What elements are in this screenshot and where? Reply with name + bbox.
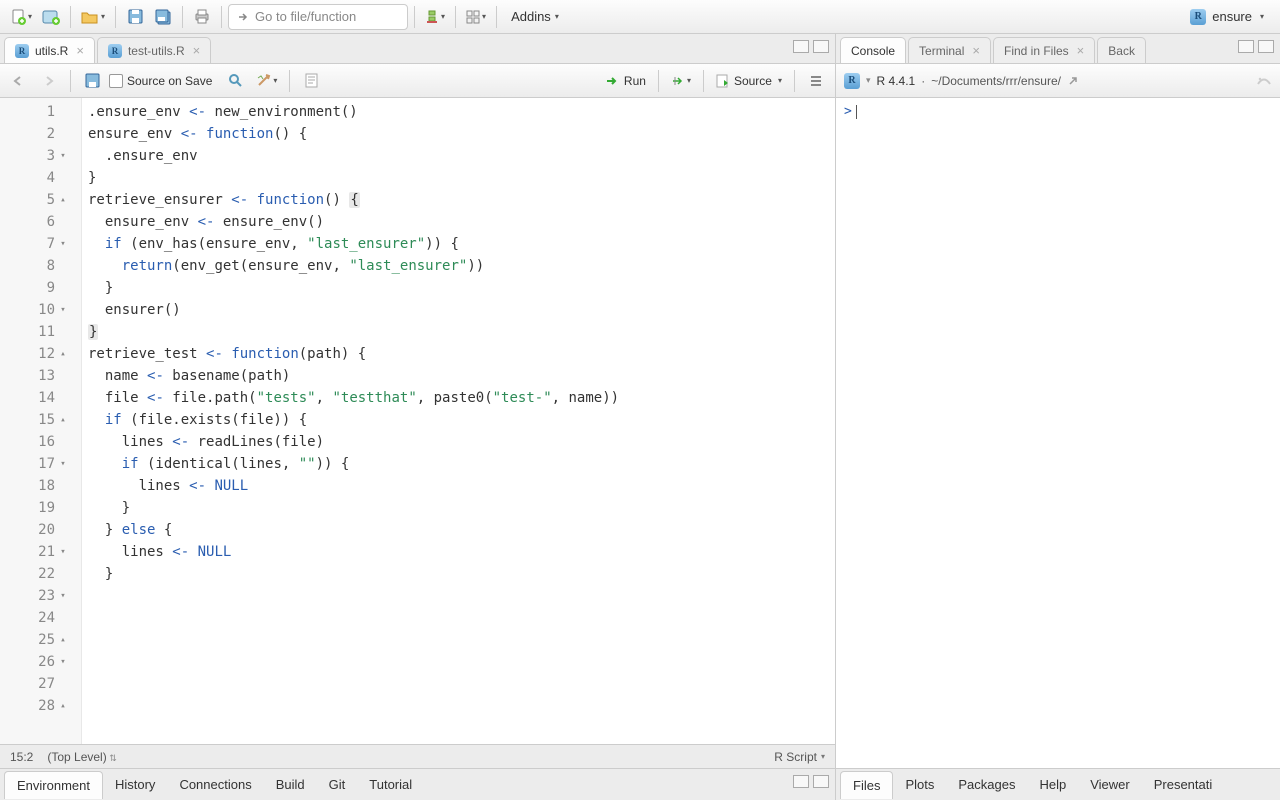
nav-forward-button[interactable] bbox=[36, 68, 62, 94]
source-button[interactable]: Source bbox=[712, 68, 786, 94]
file-type-indicator[interactable]: R Script bbox=[774, 750, 825, 764]
nav-back-button[interactable] bbox=[6, 68, 32, 94]
tools-button[interactable] bbox=[421, 4, 449, 30]
r-project-icon: R bbox=[1190, 9, 1206, 25]
project-menu[interactable]: R ensure bbox=[1180, 4, 1274, 30]
addins-menu[interactable]: Addins bbox=[503, 4, 567, 30]
tab-git[interactable]: Git bbox=[317, 771, 358, 799]
tab-files[interactable]: Files bbox=[840, 771, 893, 799]
tab-label: utils.R bbox=[35, 44, 68, 58]
cursor-position: 15:2 bbox=[10, 750, 33, 764]
pane-controls bbox=[793, 40, 829, 53]
console-info-bar: R ▾ R 4.4.1 · ~/Documents/rrr/ensure/ bbox=[836, 64, 1280, 98]
bottom-left-tabs: EnvironmentHistoryConnectionsBuildGitTut… bbox=[0, 768, 835, 800]
tab-test-utils-r[interactable]: R test-utils.R × bbox=[97, 37, 211, 63]
main-toolbar: Go to file/function Addins R ensure bbox=[0, 0, 1280, 34]
bottom-right-tabs: FilesPlotsPackagesHelpViewerPresentati bbox=[836, 768, 1280, 800]
tab-find-in-files[interactable]: Find in Files× bbox=[993, 37, 1095, 63]
project-name: ensure bbox=[1212, 9, 1252, 24]
code-tools-button[interactable] bbox=[252, 68, 281, 94]
working-directory: ~/Documents/rrr/ensure/ bbox=[931, 74, 1061, 88]
save-all-button[interactable] bbox=[150, 4, 176, 30]
save-button[interactable] bbox=[122, 4, 148, 30]
console-output[interactable]: > bbox=[836, 98, 1280, 768]
tab-tutorial[interactable]: Tutorial bbox=[357, 771, 424, 799]
tab-plots[interactable]: Plots bbox=[893, 771, 946, 799]
tab-environment[interactable]: Environment bbox=[4, 771, 103, 799]
popout-icon[interactable] bbox=[1067, 75, 1079, 87]
outline-toggle-button[interactable] bbox=[803, 68, 829, 94]
tab-console[interactable]: Console bbox=[840, 37, 906, 63]
console-prompt: > bbox=[844, 104, 852, 119]
close-icon[interactable]: × bbox=[76, 43, 84, 58]
tab-terminal[interactable]: Terminal× bbox=[908, 37, 991, 63]
maximize-pane-icon[interactable] bbox=[1258, 40, 1274, 53]
tab-utils-r[interactable]: R utils.R × bbox=[4, 37, 95, 63]
r-file-icon: R bbox=[108, 44, 122, 58]
scope-indicator[interactable]: (Top Level) bbox=[47, 750, 116, 764]
pane-controls bbox=[1238, 40, 1274, 53]
tab-viewer[interactable]: Viewer bbox=[1078, 771, 1142, 799]
r-file-icon: R bbox=[15, 44, 29, 58]
maximize-pane-icon[interactable] bbox=[813, 775, 829, 788]
grid-button[interactable] bbox=[462, 4, 490, 30]
save-file-button[interactable] bbox=[79, 68, 105, 94]
editor-toolbar: Source on Save Run Source bbox=[0, 64, 835, 98]
open-file-button[interactable] bbox=[77, 4, 109, 30]
source-on-save-checkbox[interactable] bbox=[109, 74, 123, 88]
source-on-save-label: Source on Save bbox=[127, 74, 212, 88]
tab-connections[interactable]: Connections bbox=[167, 771, 263, 799]
tab-packages[interactable]: Packages bbox=[946, 771, 1027, 799]
maximize-pane-icon[interactable] bbox=[813, 40, 829, 53]
pane-controls bbox=[793, 775, 829, 788]
tab-back[interactable]: Back bbox=[1097, 37, 1146, 63]
tab-history[interactable]: History bbox=[103, 771, 167, 799]
r-version: R 4.4.1 bbox=[877, 74, 916, 88]
new-file-button[interactable] bbox=[6, 4, 36, 30]
editor-tabs: R utils.R × R test-utils.R × bbox=[0, 34, 835, 64]
editor-status-bar: 15:2 (Top Level) R Script bbox=[0, 744, 835, 768]
goto-file-function-input[interactable]: Go to file/function bbox=[228, 4, 408, 30]
minimize-pane-icon[interactable] bbox=[1238, 40, 1254, 53]
code-area[interactable]: .ensure_env <- new_environment()ensure_e… bbox=[82, 98, 835, 744]
tab-help[interactable]: Help bbox=[1027, 771, 1078, 799]
run-button[interactable]: Run bbox=[602, 68, 650, 94]
tab-label: test-utils.R bbox=[128, 44, 185, 58]
minimize-pane-icon[interactable] bbox=[793, 40, 809, 53]
code-editor[interactable]: 123▾45▴67▾8910▾1112▴131415▴1617▾18192021… bbox=[0, 98, 835, 744]
tab-build[interactable]: Build bbox=[264, 771, 317, 799]
minimize-pane-icon[interactable] bbox=[793, 775, 809, 788]
line-gutter: 123▾45▴67▾8910▾1112▴131415▴1617▾18192021… bbox=[0, 98, 82, 744]
source-icon bbox=[716, 74, 730, 88]
print-button[interactable] bbox=[189, 4, 215, 30]
arrow-right-icon bbox=[237, 11, 249, 23]
close-icon[interactable]: × bbox=[193, 43, 201, 58]
run-arrow-icon bbox=[606, 76, 620, 86]
rerun-button[interactable] bbox=[667, 68, 695, 94]
find-button[interactable] bbox=[222, 68, 248, 94]
console-tabs: ConsoleTerminal×Find in Files×Back bbox=[836, 34, 1280, 64]
r-logo-icon: R bbox=[844, 73, 860, 89]
new-project-button[interactable] bbox=[38, 4, 64, 30]
goto-placeholder: Go to file/function bbox=[255, 9, 356, 24]
clear-console-icon[interactable] bbox=[1256, 74, 1272, 88]
tab-presentati[interactable]: Presentati bbox=[1142, 771, 1225, 799]
document-outline-button[interactable] bbox=[298, 68, 324, 94]
